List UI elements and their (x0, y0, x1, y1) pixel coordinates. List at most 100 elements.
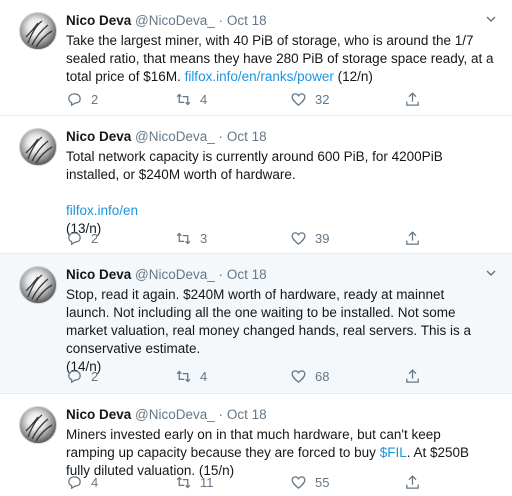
tweet-actions: 2 3 39 (66, 228, 512, 248)
share-icon (406, 91, 419, 106)
share-button[interactable] (404, 472, 429, 492)
tweet[interactable]: Nico Deva @NicoDeva_ · Oct 18 Total netw… (0, 116, 512, 254)
tweet-text-line: market valuation, real money changed han… (66, 323, 471, 338)
like-button[interactable]: 68 (290, 366, 329, 386)
retweet-icon (176, 476, 191, 488)
tweet-header: Nico Deva @NicoDeva_ · Oct 18 (66, 406, 500, 424)
tweet-content: Nico Deva @NicoDeva_ · Oct 18 Total netw… (66, 128, 500, 238)
avatar-image (25, 274, 53, 302)
tweet-header: Nico Deva @NicoDeva_ · Oct 18 (66, 266, 500, 284)
author-name[interactable]: Nico Deva (66, 129, 131, 144)
share-icon (406, 474, 419, 489)
like-button[interactable]: 55 (290, 472, 329, 492)
author-handle[interactable]: @NicoDeva_ (135, 129, 215, 144)
avatar[interactable] (19, 406, 57, 444)
reply-count: 4 (91, 474, 99, 490)
tweet-text-line: total price of $16M. filfox.info/en/rank… (66, 68, 500, 86)
share-button[interactable] (404, 366, 429, 386)
reply-count: 2 (91, 368, 99, 384)
author-name[interactable]: Nico Deva (66, 407, 131, 422)
reply-icon (68, 475, 81, 489)
retweet-count: 3 (200, 230, 208, 246)
tweet-thread: Nico Deva @NicoDeva_ · Oct 18 Take the l… (0, 0, 512, 496)
tweet-timestamp[interactable]: Oct 18 (227, 407, 267, 422)
tweet-header: Nico Deva @NicoDeva_ · Oct 18 (66, 128, 500, 146)
avatar[interactable] (19, 266, 57, 304)
tweet-timestamp[interactable]: Oct 18 (227, 129, 267, 144)
tweet[interactable]: Nico Deva @NicoDeva_ · Oct 18 Take the l… (0, 0, 512, 116)
separator-dot: · (218, 407, 224, 422)
cashtag-link[interactable]: $FIL (380, 445, 407, 460)
tweet-actions: 2 4 32 (66, 89, 512, 109)
avatar-image (25, 136, 53, 164)
author-handle[interactable]: @NicoDeva_ (135, 13, 215, 28)
avatar[interactable] (19, 128, 57, 166)
like-count: 55 (315, 474, 330, 490)
like-count: 68 (315, 368, 330, 384)
share-button[interactable] (404, 89, 429, 109)
retweet-button[interactable]: 11 (175, 472, 214, 492)
retweet-icon (176, 232, 191, 244)
reply-count: 2 (91, 91, 99, 107)
tweet-text-fragment: ramping up capacity because they are for… (66, 445, 380, 460)
tweet[interactable]: Nico Deva @NicoDeva_ · Oct 18 Miners inv… (0, 394, 512, 496)
tweet-content: Nico Deva @NicoDeva_ · Oct 18 Stop, read… (66, 266, 500, 376)
tweet-content: Nico Deva @NicoDeva_ · Oct 18 Take the l… (66, 12, 500, 86)
separator-dot: · (218, 267, 224, 282)
like-count: 39 (315, 230, 330, 246)
tweet-text-line: Take the largest miner, with 40 PiB of s… (66, 33, 474, 48)
chevron-down-icon[interactable] (484, 266, 498, 280)
like-icon (291, 231, 306, 245)
retweet-count: 4 (200, 91, 208, 107)
reply-button[interactable]: 2 (66, 366, 98, 386)
like-icon (291, 92, 306, 106)
tweet-content: Nico Deva @NicoDeva_ · Oct 18 Miners inv… (66, 406, 500, 480)
tweet-timestamp[interactable]: Oct 18 (227, 13, 267, 28)
tweet-actions: 2 4 68 (66, 366, 512, 386)
tweet-timestamp[interactable]: Oct 18 (227, 267, 267, 282)
tweet-text: Stop, read it again. $240M worth of hard… (66, 286, 500, 376)
reply-button[interactable]: 4 (66, 472, 98, 492)
tweet-text: Take the largest miner, with 40 PiB of s… (66, 32, 500, 86)
reply-button[interactable]: 2 (66, 89, 98, 109)
tweet-text-line: ramping up capacity because they are for… (66, 444, 500, 462)
retweet-button[interactable]: 3 (175, 228, 207, 248)
tweet-text-fragment: . At $250B (406, 445, 470, 460)
tweet-text: Total network capacity is currently arou… (66, 148, 500, 238)
retweet-count: 4 (200, 368, 208, 384)
separator-dot: · (218, 129, 224, 144)
tweet-text-line: installed, or $240M worth of hardware. (66, 167, 296, 182)
avatar[interactable] (19, 12, 57, 50)
like-icon (291, 475, 306, 489)
retweet-button[interactable]: 4 (175, 366, 207, 386)
tweet-text-fragment: (12/n) (333, 69, 373, 84)
tweet-text-line: launch. Not including all the one waitin… (66, 305, 456, 320)
tweet-link[interactable]: filfox.info/en (66, 202, 500, 220)
author-handle[interactable]: @NicoDeva_ (135, 267, 215, 282)
tweet-link[interactable]: filfox.info/en/ranks/power (185, 69, 334, 84)
tweet-text-line: Total network capacity is currently arou… (66, 149, 443, 164)
tweet-header: Nico Deva @NicoDeva_ · Oct 18 (66, 12, 500, 30)
like-icon (291, 369, 306, 383)
retweet-icon (176, 93, 191, 105)
avatar-image (25, 414, 53, 442)
like-button[interactable]: 39 (290, 228, 329, 248)
avatar-image (25, 20, 53, 48)
reply-icon (68, 92, 81, 106)
share-button[interactable] (404, 228, 429, 248)
retweet-button[interactable]: 4 (175, 89, 207, 109)
tweet-text-line: Stop, read it again. $240M worth of hard… (66, 287, 445, 302)
separator-dot: · (218, 13, 224, 28)
chevron-down-icon[interactable] (484, 12, 498, 26)
tweet[interactable]: Nico Deva @NicoDeva_ · Oct 18 Stop, read… (0, 254, 512, 394)
tweet-link-text[interactable]: filfox.info/en (66, 203, 138, 218)
tweet-actions: 4 11 55 (66, 472, 512, 492)
tweet-text-line: Miners invested early on in that much ha… (66, 427, 441, 442)
like-button[interactable]: 32 (290, 89, 329, 109)
share-icon (406, 230, 419, 245)
author-name[interactable]: Nico Deva (66, 13, 131, 28)
tweet-text-fragment: total price of $16M. (66, 69, 185, 84)
reply-button[interactable]: 2 (66, 228, 98, 248)
author-name[interactable]: Nico Deva (66, 267, 131, 282)
author-handle[interactable]: @NicoDeva_ (135, 407, 215, 422)
